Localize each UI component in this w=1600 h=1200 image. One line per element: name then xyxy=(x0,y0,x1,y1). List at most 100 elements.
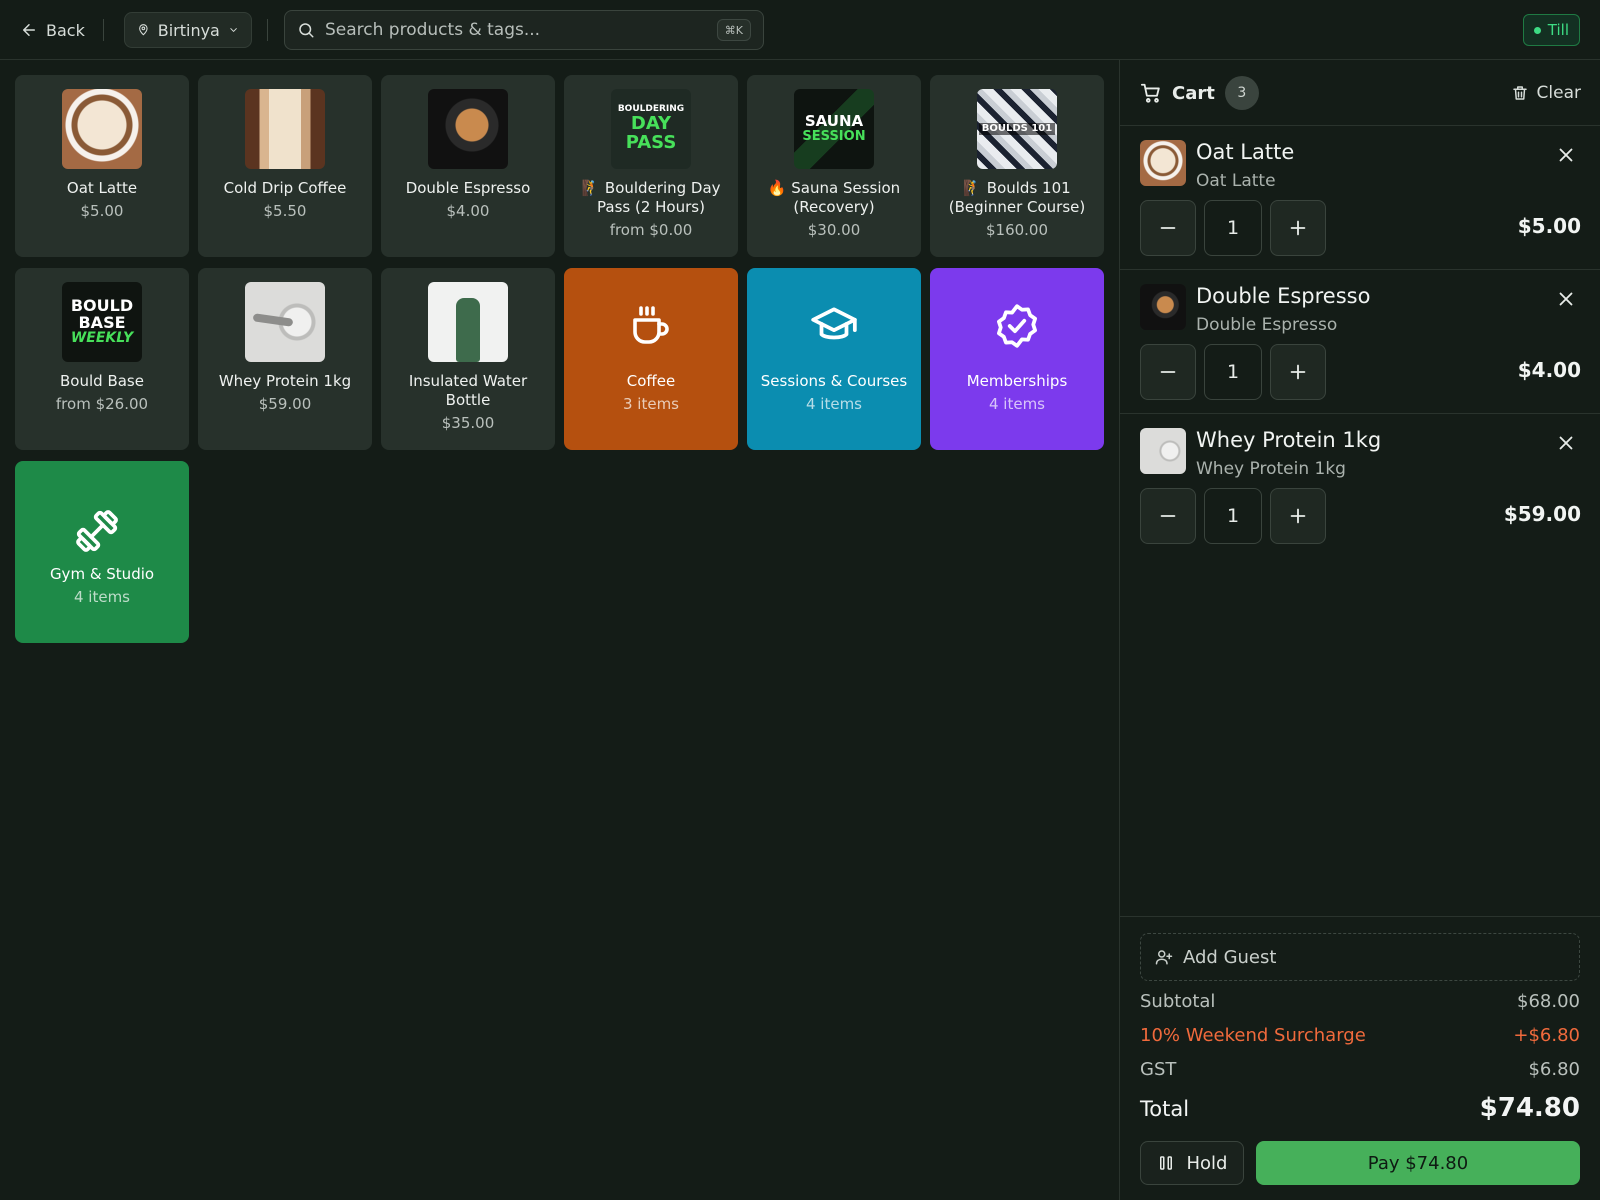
product-price: from $26.00 xyxy=(55,395,149,413)
cart-item-variant: Whey Protein 1kg xyxy=(1196,459,1346,479)
cold-drip-thumbnail xyxy=(245,89,325,169)
plus-icon xyxy=(1290,508,1306,524)
location-selector[interactable]: Birtinya xyxy=(124,12,252,48)
thumb-text: SAUNA xyxy=(804,112,864,131)
category-tile-coffee[interactable]: Coffee 3 items xyxy=(564,268,738,450)
cart-item: Double Espresso Double Espresso 1 $4.00 xyxy=(1120,270,1600,414)
category-name: Memberships xyxy=(966,372,1068,390)
product-price: $4.00 xyxy=(446,202,490,220)
search-box: ⌘K xyxy=(284,10,764,50)
cart-footer: Add Guest Subtotal $68.00 10% Weekend Su… xyxy=(1120,916,1600,1200)
divider xyxy=(267,19,268,41)
close-icon[interactable] xyxy=(1555,288,1577,310)
cart-item-variant: Double Espresso xyxy=(1196,315,1338,335)
user-plus-icon xyxy=(1155,950,1173,965)
plus-icon xyxy=(1290,220,1306,236)
hold-label: Hold xyxy=(1186,1152,1228,1174)
shortcut-hint: ⌘K xyxy=(716,19,751,41)
decrease-qty-button[interactable] xyxy=(1140,488,1196,544)
chevron-down-icon xyxy=(230,28,237,32)
till-status-badge[interactable]: Till xyxy=(1522,14,1580,46)
product-name: Insulated Water Bottle xyxy=(408,372,528,409)
close-icon[interactable] xyxy=(1555,144,1577,166)
category-name: Coffee xyxy=(626,372,676,390)
total-value: $74.80 xyxy=(1479,1093,1580,1123)
product-name: Double Espresso xyxy=(405,179,531,197)
product-name: Cold Drip Coffee xyxy=(223,179,347,197)
product-tile-whey-protein[interactable]: Whey Protein 1kg $59.00 xyxy=(198,268,372,450)
product-price: from $0.00 xyxy=(609,221,693,239)
cart-title-text: Cart xyxy=(1172,82,1215,104)
close-icon[interactable] xyxy=(1555,432,1577,454)
product-price: $160.00 xyxy=(985,221,1049,239)
category-tile-gym-studio[interactable]: Gym & Studio 4 items xyxy=(15,461,189,643)
increase-qty-button[interactable] xyxy=(1270,344,1326,400)
graduation-cap-icon xyxy=(806,298,862,354)
badge-check-icon xyxy=(989,298,1045,354)
surcharge-label: 10% Weekend Surcharge xyxy=(1140,1025,1366,1046)
cart-item-name: Double Espresso xyxy=(1196,284,1371,308)
product-tile-cold-drip-coffee[interactable]: Cold Drip Coffee $5.50 xyxy=(198,75,372,257)
arrow-left-icon xyxy=(23,24,35,36)
product-tile-oat-latte[interactable]: Oat Latte $5.00 xyxy=(15,75,189,257)
water-bottle-thumbnail xyxy=(428,282,508,362)
thumb-text: BASE xyxy=(78,312,126,332)
status-dot-icon xyxy=(1533,26,1541,34)
oat-latte-thumbnail xyxy=(62,89,142,169)
thumb-text: BOULDS 101 xyxy=(978,122,1056,136)
quantity-value[interactable]: 1 xyxy=(1204,200,1262,256)
clear-cart-button[interactable]: Clear xyxy=(1511,80,1581,106)
product-tile-bouldering-day-pass[interactable]: BOULDERING DAY PASS 🧗 Bouldering Day Pas… xyxy=(564,75,738,257)
product-name: Bould Base xyxy=(60,372,144,390)
product-price: $59.00 xyxy=(258,395,312,413)
back-label: Back xyxy=(46,20,85,40)
product-price: $5.00 xyxy=(80,202,124,220)
gst-label: GST xyxy=(1140,1059,1177,1080)
cart-item-variant: Oat Latte xyxy=(1196,171,1276,191)
back-button[interactable]: Back xyxy=(20,16,85,44)
category-count: 4 items xyxy=(805,395,862,413)
trash-icon xyxy=(1512,86,1527,100)
quantity-value[interactable]: 1 xyxy=(1204,488,1262,544)
product-tile-insulated-water-bottle[interactable]: Insulated Water Bottle $35.00 xyxy=(381,268,555,450)
quantity-value[interactable]: 1 xyxy=(1204,344,1262,400)
product-tile-double-espresso[interactable]: Double Espresso $4.00 xyxy=(381,75,555,257)
oat-latte-thumbnail xyxy=(1140,140,1186,186)
minus-icon xyxy=(1160,515,1176,517)
top-bar: Back Birtinya ⌘K Till xyxy=(0,0,1600,60)
add-guest-button[interactable]: Add Guest xyxy=(1140,933,1580,981)
increase-qty-button[interactable] xyxy=(1270,488,1326,544)
decrease-qty-button[interactable] xyxy=(1140,200,1196,256)
map-pin-icon xyxy=(139,24,148,36)
category-tile-memberships[interactable]: Memberships 4 items xyxy=(930,268,1104,450)
cart-panel: Cart 3 Clear Oat Latte Oat Latte 1 $5.00… xyxy=(1119,60,1600,1200)
search-input[interactable] xyxy=(325,20,707,40)
product-tile-sauna-session[interactable]: SAUNA SESSION 🔥 Sauna Session (Recovery)… xyxy=(747,75,921,257)
climber-emoji-icon: 🧗 xyxy=(963,179,982,197)
surcharge-value: +$6.80 xyxy=(1513,1025,1580,1046)
cart-item-price: $4.00 xyxy=(1517,358,1581,382)
product-tile-boulds-101[interactable]: BOULDS 101 🧗 Boulds 101 (Beginner Course… xyxy=(930,75,1104,257)
subtotal-value: $68.00 xyxy=(1517,991,1580,1012)
product-name-text: Sauna Session (Recovery) xyxy=(791,179,901,216)
plus-icon xyxy=(1290,364,1306,380)
product-name: Whey Protein 1kg xyxy=(218,372,352,390)
whey-protein-thumbnail xyxy=(1140,428,1186,474)
category-tile-sessions-courses[interactable]: Sessions & Courses 4 items xyxy=(747,268,921,450)
cart-item: Oat Latte Oat Latte 1 $5.00 xyxy=(1120,126,1600,270)
product-price: $30.00 xyxy=(807,221,861,239)
product-name: Oat Latte xyxy=(66,179,138,197)
bottle-shape xyxy=(456,298,480,362)
decrease-qty-button[interactable] xyxy=(1140,344,1196,400)
scoop-shape xyxy=(252,313,294,327)
thumb-text: DAY xyxy=(630,112,672,134)
cart-count-badge: 3 xyxy=(1224,76,1259,110)
product-name-text: Bouldering Day Pass (2 Hours) xyxy=(597,179,721,216)
sauna-thumbnail: SAUNA SESSION xyxy=(794,89,874,169)
increase-qty-button[interactable] xyxy=(1270,200,1326,256)
hold-button[interactable]: Hold xyxy=(1140,1141,1244,1185)
double-espresso-thumbnail xyxy=(1140,284,1186,330)
product-tile-bould-base[interactable]: BOULD BASE WEEKLY Bould Base from $26.00 xyxy=(15,268,189,450)
day-pass-thumbnail: BOULDERING DAY PASS xyxy=(611,89,691,169)
pay-button[interactable]: Pay $74.80 xyxy=(1256,1141,1580,1185)
